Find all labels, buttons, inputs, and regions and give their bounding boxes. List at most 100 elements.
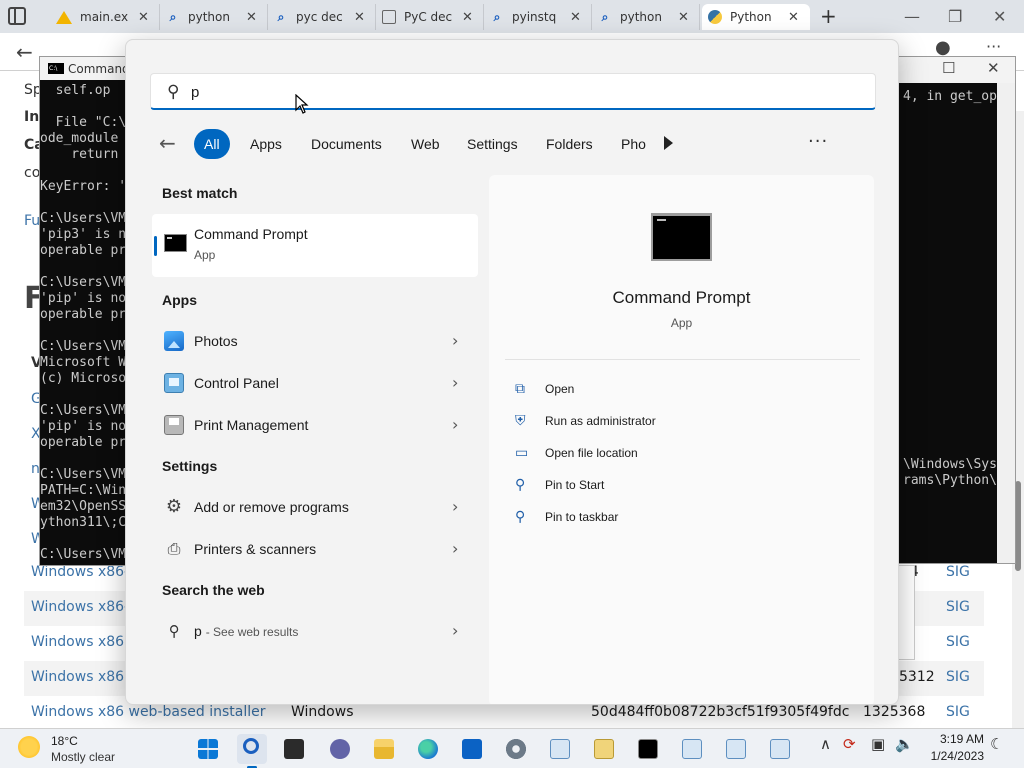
close-icon[interactable]: ✕: [678, 10, 689, 25]
taskbar-search-button[interactable]: [237, 734, 267, 768]
filter-photos[interactable]: Pho: [611, 129, 656, 159]
download-link[interactable]: Windows x86 e: [31, 634, 137, 650]
python-icon: [708, 10, 722, 24]
web-search-item[interactable]: ⚲ p - See web results ›: [152, 611, 478, 651]
store-button[interactable]: [457, 734, 487, 764]
more-icon[interactable]: ···: [986, 37, 1001, 56]
sig-link[interactable]: SIG: [946, 669, 970, 685]
chevron-right-icon[interactable]: ›: [452, 415, 458, 434]
installer-button-3[interactable]: [765, 734, 795, 764]
clock[interactable]: 3:19 AM 1/24/2023: [926, 731, 984, 765]
browser-tab[interactable]: ⌕ python ✕: [592, 4, 700, 30]
edge-button[interactable]: [413, 734, 443, 764]
download-link[interactable]: Windows x86-6: [31, 564, 138, 580]
close-icon[interactable]: ✕: [138, 10, 149, 25]
close-window-icon[interactable]: ✕: [993, 7, 1006, 26]
tab-actions-icon[interactable]: [8, 7, 26, 25]
filter-all[interactable]: All: [194, 129, 230, 159]
app-item-control-panel[interactable]: Control Panel ›: [152, 363, 478, 403]
download-link[interactable]: Windows x86 web-based installer: [31, 704, 265, 720]
app-item-print-management[interactable]: Print Management ›: [152, 405, 478, 445]
chevron-right-icon[interactable]: ›: [452, 539, 458, 558]
download-link[interactable]: Windows x86-6: [31, 599, 138, 615]
task-view-icon: [284, 739, 304, 759]
sig-link[interactable]: SIG: [946, 704, 970, 720]
action-open-file-location[interactable]: ▭ Open file location: [515, 443, 855, 467]
search-box[interactable]: ⚲: [150, 73, 876, 110]
app-item-photos[interactable]: Photos ›: [152, 321, 478, 361]
setting-item-printers-scanners[interactable]: ⎙ Printers & scanners ›: [152, 529, 478, 569]
start-button[interactable]: [193, 734, 223, 764]
installer-button-2[interactable]: [677, 734, 707, 764]
volume-icon[interactable]: 🔈: [895, 735, 914, 753]
close-icon[interactable]: ✕: [788, 10, 799, 25]
installer-button[interactable]: [545, 734, 575, 764]
task-view-button[interactable]: [279, 734, 309, 764]
chevron-up-icon[interactable]: ∧: [820, 735, 831, 753]
maximize-icon[interactable]: ❐: [948, 7, 962, 26]
download-link[interactable]: Windows x86 e: [31, 669, 137, 685]
scroll-right-icon[interactable]: [664, 136, 673, 150]
filter-apps[interactable]: Apps: [240, 129, 292, 159]
filter-settings[interactable]: Settings: [457, 129, 528, 159]
close-icon[interactable]: ✕: [570, 10, 581, 25]
network-icon[interactable]: ▣: [871, 735, 885, 753]
browser-tab[interactable]: PyC dec ✕: [376, 4, 484, 30]
notifications-icon[interactable]: ☾: [990, 735, 1003, 753]
action-open[interactable]: ⧉ Open: [515, 379, 855, 403]
browser-tab[interactable]: ⌕ python ✕: [160, 4, 268, 30]
chevron-right-icon[interactable]: ›: [452, 497, 458, 516]
action-pin-to-taskbar[interactable]: ⚲ Pin to taskbar: [515, 507, 855, 531]
command-prompt-taskbar-button[interactable]: [633, 734, 663, 764]
file-explorer-button[interactable]: [369, 734, 399, 764]
search-input[interactable]: [191, 80, 851, 104]
terminal-line: 'pip3' is n: [40, 227, 127, 242]
sd-card-icon: [594, 739, 614, 759]
action-pin-to-start[interactable]: ⚲ Pin to Start: [515, 475, 855, 499]
filter-folders[interactable]: Folders: [536, 129, 603, 159]
browser-tab-active[interactable]: Python ✕: [702, 4, 810, 30]
more-options-icon[interactable]: ···: [808, 131, 828, 152]
terminal-scrollbar[interactable]: [997, 83, 1015, 563]
chat-button[interactable]: [325, 734, 355, 764]
browser-tab[interactable]: ⌕ pyc dec ✕: [268, 4, 376, 30]
close-icon[interactable]: ✕: [246, 10, 257, 25]
search-icon: ⌕: [493, 10, 501, 24]
weather-condition: Mostly clear: [51, 750, 116, 764]
sig-link[interactable]: SIG: [946, 634, 970, 650]
browser-tab[interactable]: main.ex ✕: [50, 4, 160, 30]
chevron-right-icon[interactable]: ›: [452, 373, 458, 392]
chevron-right-icon[interactable]: ›: [452, 621, 458, 640]
back-icon[interactable]: ←: [16, 40, 33, 64]
sig-link[interactable]: SIG: [946, 564, 970, 580]
filter-documents[interactable]: Documents: [301, 129, 392, 159]
back-arrow-icon[interactable]: ←: [159, 131, 176, 155]
minimize-icon[interactable]: —: [904, 7, 920, 26]
terminal-line: ython311\;C: [40, 515, 127, 530]
command-prompt-window-right[interactable]: ☐ ✕ 4, in get_opc \Windows\Syst rams\Pyth…: [898, 56, 1016, 564]
browser-tab[interactable]: ⌕ pyinstq ✕: [484, 4, 592, 30]
sd-card-button[interactable]: [589, 734, 619, 764]
close-icon[interactable]: ✕: [354, 10, 365, 25]
filter-web[interactable]: Web: [401, 129, 450, 159]
terminal-line: C:\Users\VM: [40, 547, 127, 562]
control-panel-taskbar-button[interactable]: [721, 734, 751, 764]
setting-item-add-remove-programs[interactable]: ⚙ Add or remove programs ›: [152, 487, 478, 527]
page-link[interactable]: Fu: [24, 213, 40, 229]
settings-button[interactable]: [501, 734, 531, 764]
action-run-as-administrator[interactable]: ⛨ Run as administrator: [515, 411, 855, 435]
close-icon[interactable]: ✕: [462, 10, 473, 25]
result-type: App: [194, 248, 216, 262]
profile-icon[interactable]: ●: [935, 37, 951, 58]
best-match-item[interactable]: Command Prompt App: [152, 214, 478, 277]
sig-link[interactable]: SIG: [946, 599, 970, 615]
new-tab-icon[interactable]: +: [820, 4, 837, 28]
chevron-right-icon[interactable]: ›: [452, 331, 458, 350]
sync-icon[interactable]: ⟳: [843, 735, 856, 753]
installer-icon: [550, 739, 570, 759]
